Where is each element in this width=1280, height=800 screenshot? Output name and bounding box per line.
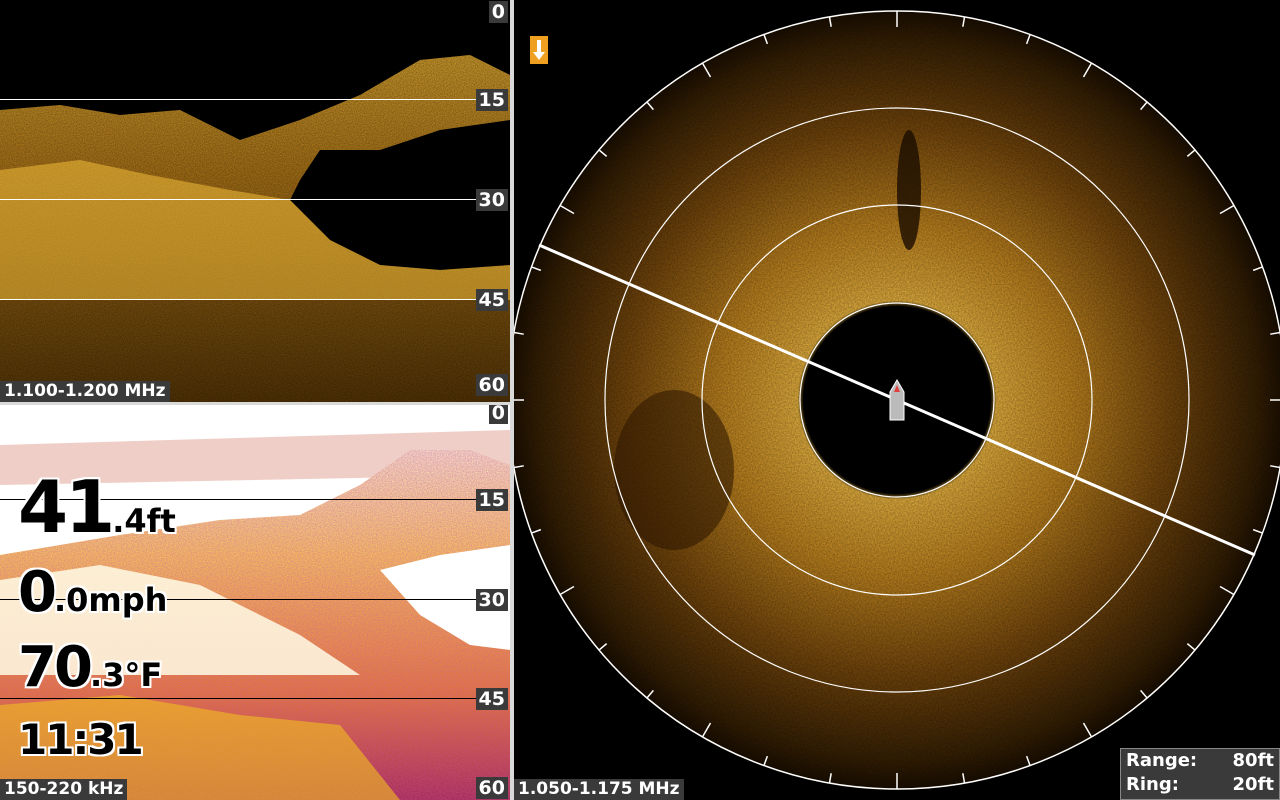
imaging-360-pane[interactable]: 1.050-1.175 MHz Range: 80ft Ring: 20ft — [514, 0, 1280, 800]
speed-value-whole: 0 — [18, 560, 57, 625]
depth-tick-60: 60 — [475, 777, 508, 799]
time-readout: 11:31 — [18, 715, 144, 764]
depth-tick-45: 45 — [475, 688, 508, 710]
imaging-360-sonar-image — [514, 10, 1280, 790]
range-label: Range: — [1126, 750, 1198, 771]
depth-tick-0: 0 — [488, 1, 508, 23]
depth-tick-45: 45 — [475, 289, 508, 311]
range-ring-box: Range: 80ft Ring: 20ft — [1120, 748, 1280, 800]
ring-value: 20ft — [1232, 774, 1274, 795]
arrow-down-icon[interactable] — [530, 36, 548, 64]
depth-line-30 — [0, 199, 478, 200]
range-value: 80ft — [1232, 750, 1274, 771]
temperature-readout: 70.3°F — [18, 635, 162, 700]
depth-tick-30: 30 — [475, 589, 508, 611]
speed-value-decimal: .0 — [53, 581, 89, 619]
depth-value-decimal: .4 — [112, 502, 147, 540]
down-imaging-sonar-image — [0, 0, 510, 402]
down-imaging-pane[interactable]: 0 15 30 45 60 1.100-1.200 MHz — [0, 0, 510, 402]
depth-tick-30: 30 — [475, 189, 508, 211]
depth-tick-15: 15 — [475, 89, 508, 111]
speed-readout: 0.0mph — [18, 560, 167, 625]
ring-label: Ring: — [1126, 774, 1179, 795]
depth-line-45 — [0, 299, 478, 300]
speed-unit: mph — [88, 581, 168, 619]
frequency-label: 150-220 kHz — [0, 779, 128, 800]
frequency-label: 1.100-1.200 MHz — [0, 381, 170, 402]
time-value: 11:31 — [18, 715, 144, 764]
frequency-label: 1.050-1.175 MHz — [514, 779, 684, 800]
depth-tick-60: 60 — [475, 374, 508, 396]
temperature-value-whole: 70 — [18, 635, 93, 700]
depth-tick-15: 15 — [475, 489, 508, 511]
temperature-value-decimal: .3 — [89, 656, 125, 694]
depth-line-15 — [0, 99, 478, 100]
depth-readout: 41.4ft — [18, 465, 176, 549]
temperature-unit: °F — [124, 656, 163, 694]
depth-unit: ft — [146, 502, 176, 540]
sonar-2d-pane[interactable]: 0 15 30 45 60 41.4ft 0.0mph 70.3°F 11:31… — [0, 405, 510, 800]
depth-value-whole: 41 — [18, 465, 115, 549]
depth-tick-0: 0 — [488, 405, 508, 424]
